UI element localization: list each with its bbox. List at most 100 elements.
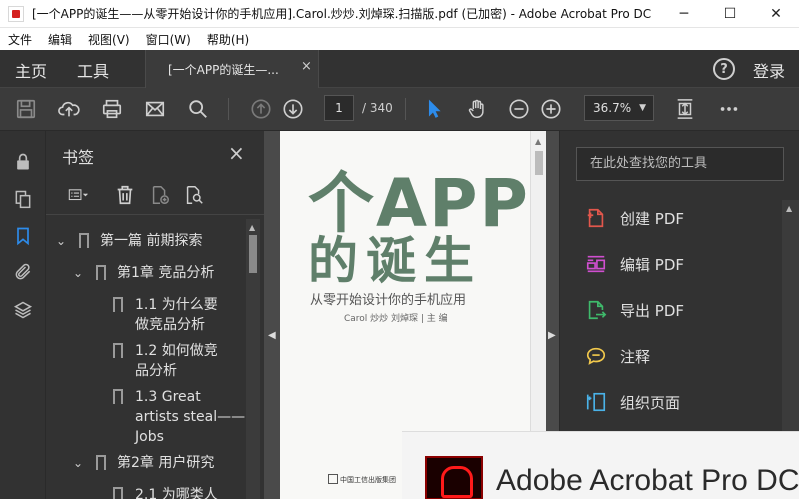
acrobat-logo-icon — [425, 456, 483, 499]
collapse-right-panel-icon[interactable]: ▶ — [548, 330, 556, 341]
zoom-dropdown[interactable]: 36.7% ▼ — [584, 95, 654, 121]
publisher-logo-icon — [328, 474, 338, 484]
bookmark-item[interactable]: 1.2 如何做竞 品分析 — [46, 341, 246, 381]
tool-organize-pages[interactable]: 组织页面 — [584, 389, 680, 415]
menu-window[interactable]: 窗口(W) — [138, 31, 199, 48]
chevron-down-icon[interactable]: ⌄ — [73, 263, 83, 283]
bookmark-label: 2.1 为哪类人 — [135, 487, 218, 499]
bookmark-panel-icon[interactable] — [12, 225, 34, 247]
save-icon[interactable] — [14, 97, 38, 121]
zoom-value: 36.7% — [593, 101, 632, 115]
main-toolbar — [0, 88, 799, 131]
bookmark-label: 第1章 竞品分析 — [117, 265, 215, 281]
bookmark-flag-icon — [79, 233, 89, 248]
next-page-icon[interactable] — [281, 97, 305, 121]
left-icon-rail — [0, 131, 46, 499]
splash-product-name: Adobe Acrobat Pro DC — [496, 464, 799, 497]
more-options-icon[interactable] — [717, 97, 741, 121]
page-number-input[interactable]: 1 — [324, 95, 354, 121]
chevron-down-icon: ▼ — [639, 103, 646, 113]
cover-title-line1: 个APP — [308, 165, 530, 242]
create-pdf-icon — [584, 206, 608, 230]
cover-authors: Carol 炒炒 刘焯琛 | 主 编 — [344, 314, 448, 324]
bookmark-item[interactable]: ⌄ 第一篇 前期探索 — [46, 231, 246, 251]
bookmark-flag-icon — [113, 297, 123, 312]
bookmarks-panel: 书签 × ⌄ 第一篇 前期探索 ⌄ 第1章 竞品分析 1.1 为什么要 做竞品分… — [46, 131, 264, 499]
search-icon[interactable] — [186, 97, 210, 121]
bookmark-item[interactable]: ⌄ 第1章 竞品分析 — [46, 263, 246, 283]
bookmark-item[interactable]: 1.3 Great artists steal—— Jobs — [46, 387, 246, 447]
scroll-up-arrow-icon[interactable]: ▲ — [249, 223, 255, 232]
cloud-upload-icon[interactable] — [57, 97, 81, 121]
window-title: [一个APP的诞生——从零开始设计你的手机应用].Carol.炒炒.刘焯琛.扫描… — [32, 7, 652, 21]
minimize-button[interactable]: ─ — [661, 0, 707, 28]
cover-subtitle: 从零开始设计你的手机应用 — [310, 293, 467, 308]
maximize-button[interactable]: ☐ — [707, 0, 753, 28]
login-button[interactable]: 登录 — [753, 58, 785, 82]
bookmarks-scrollbar[interactable]: ▲ — [246, 219, 260, 499]
scroll-up-arrow-icon[interactable]: ▲ — [786, 204, 792, 213]
bookmark-options-icon[interactable] — [62, 183, 96, 207]
find-bookmark-icon[interactable] — [182, 183, 206, 207]
tool-search-input[interactable]: 在此处查找您的工具 — [576, 147, 784, 181]
document-tab[interactable]: [一个APP的诞生—... × — [145, 50, 319, 88]
bookmark-item[interactable]: ⌄ 第2章 用户研究 — [46, 453, 246, 473]
bookmark-label: 1.2 如何做竞 品分析 — [135, 343, 218, 379]
close-window-button[interactable]: ✕ — [753, 0, 799, 28]
top-nav: 主页 工具 [一个APP的诞生—... × ? 登录 — [0, 50, 799, 88]
toolbar-divider — [405, 98, 406, 120]
tool-create-pdf[interactable]: 创建 PDF — [584, 205, 684, 231]
tool-label: 注释 — [620, 347, 651, 366]
delete-bookmark-icon[interactable] — [113, 183, 137, 207]
bookmark-item[interactable]: 2.1 为哪类人 — [46, 485, 246, 499]
bookmark-label: 1.3 Great artists steal—— Jobs — [135, 389, 246, 445]
menu-view[interactable]: 视图(V) — [80, 31, 138, 48]
tool-edit-pdf[interactable]: 编辑 PDF — [584, 251, 684, 277]
tools-tab[interactable]: 工具 — [77, 58, 109, 82]
previous-page-icon[interactable] — [249, 97, 273, 121]
menu-file[interactable]: 文件 — [0, 31, 40, 48]
print-icon[interactable] — [100, 97, 124, 121]
title-bar: [一个APP的诞生——从零开始设计你的手机应用].Carol.炒炒.刘焯琛.扫描… — [0, 0, 799, 28]
tool-comment[interactable]: 注释 — [584, 343, 650, 369]
page-fit-icon[interactable] — [673, 97, 697, 121]
bookmark-label: 1.1 为什么要 做竞品分析 — [135, 297, 218, 333]
new-bookmark-icon[interactable] — [148, 183, 172, 207]
acrobat-window: [一个APP的诞生——从零开始设计你的手机应用].Carol.炒炒.刘焯琛.扫描… — [0, 0, 799, 499]
hand-tool-icon[interactable] — [465, 97, 489, 121]
menu-edit[interactable]: 编辑 — [40, 31, 80, 48]
menu-help[interactable]: 帮助(H) — [199, 31, 257, 48]
tool-label: 编辑 PDF — [620, 255, 684, 274]
chevron-down-icon[interactable]: ⌄ — [56, 231, 66, 251]
home-tab[interactable]: 主页 — [15, 58, 47, 82]
bookmark-tree: ⌄ 第一篇 前期探索 ⌄ 第1章 竞品分析 1.1 为什么要 做竞品分析 1.2… — [46, 219, 246, 499]
tool-export-pdf[interactable]: 导出 PDF — [584, 297, 684, 323]
document-tab-close-button[interactable]: × — [301, 59, 312, 74]
splash-screen: Adobe Acrobat Pro DC — [402, 431, 799, 499]
pages-thumbnails-icon[interactable] — [12, 188, 34, 210]
close-panel-icon[interactable]: × — [228, 141, 245, 165]
attachment-icon[interactable] — [12, 261, 34, 283]
bookmark-item[interactable]: 1.1 为什么要 做竞品分析 — [46, 295, 246, 335]
scroll-up-arrow-icon[interactable]: ▲ — [535, 137, 541, 146]
help-icon[interactable]: ? — [713, 58, 735, 80]
bookmarks-title: 书签 — [62, 148, 95, 167]
collapse-left-panel-icon[interactable]: ◀ — [268, 330, 276, 341]
zoom-out-icon[interactable] — [507, 97, 531, 121]
export-pdf-icon — [584, 298, 608, 322]
scrollbar-thumb[interactable] — [535, 151, 543, 175]
layers-icon[interactable] — [12, 299, 34, 321]
pdf-app-icon — [8, 5, 24, 22]
email-icon[interactable] — [143, 97, 167, 121]
bookmark-flag-icon — [113, 487, 123, 499]
scrollbar-thumb[interactable] — [249, 235, 257, 273]
chevron-down-icon[interactable]: ⌄ — [73, 453, 83, 473]
lock-icon[interactable] — [12, 151, 34, 173]
document-tab-label: [一个APP的诞生—... — [168, 63, 279, 77]
menu-bar: 文件 编辑 视图(V) 窗口(W) 帮助(H) — [0, 28, 799, 50]
tool-label: 组织页面 — [620, 393, 681, 412]
comment-icon — [584, 344, 608, 368]
select-cursor-icon[interactable] — [422, 97, 446, 121]
zoom-in-icon[interactable] — [539, 97, 563, 121]
tool-label: 导出 PDF — [620, 301, 684, 320]
